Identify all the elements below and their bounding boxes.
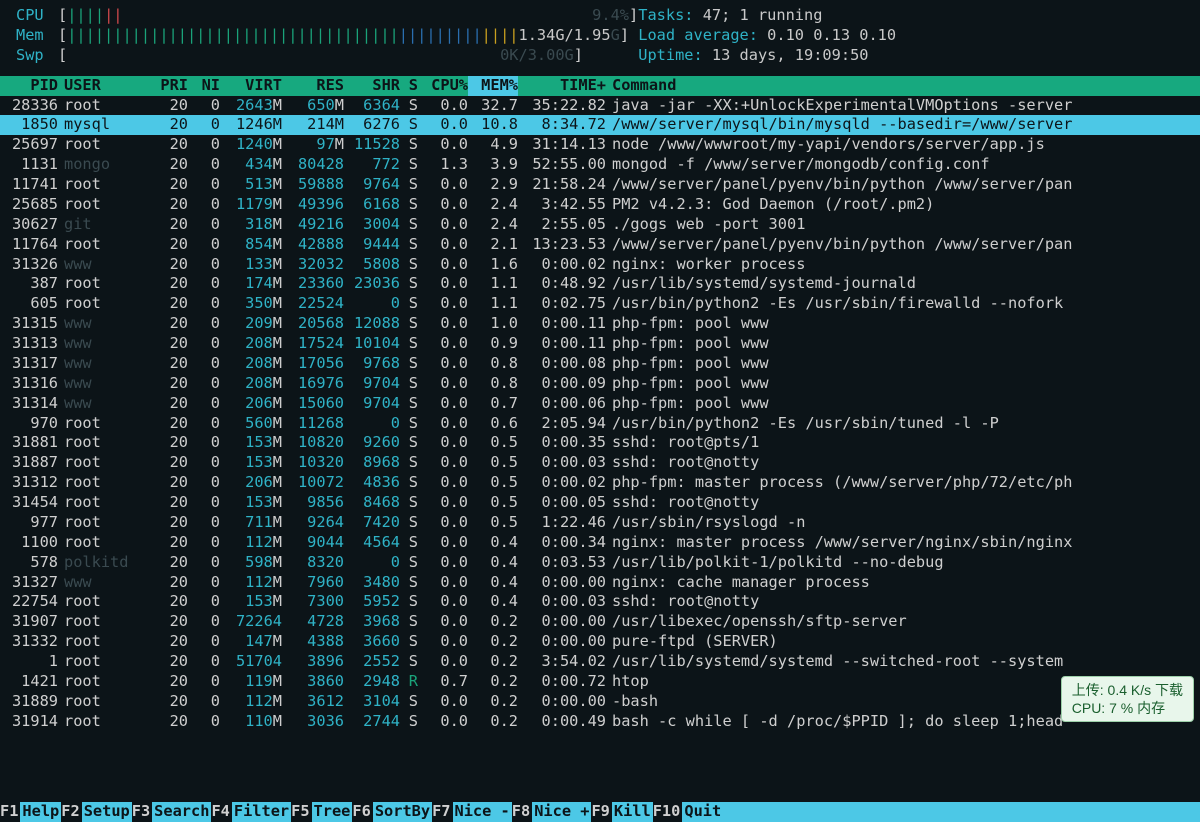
overlay-line1: 上传: 0.4 K/s 下载: [1072, 681, 1183, 699]
process-row[interactable]: 31316www200208M169769704S0.00.80:00.09ph…: [0, 374, 1200, 394]
cpu-meter-bar: [|||||| 9.4%]: [58, 6, 638, 26]
hdr-pri[interactable]: PRI: [144, 76, 188, 96]
hdr-cpup[interactable]: CPU%: [418, 76, 468, 96]
cpu-meter-label: CPU: [16, 6, 58, 26]
fnkey-f4[interactable]: F4: [211, 802, 231, 822]
process-row[interactable]: 31887root200153M103208968S0.00.50:00.03s…: [0, 453, 1200, 473]
fnkey-f8[interactable]: F8: [512, 802, 532, 822]
hdr-shr[interactable]: SHR: [344, 76, 400, 96]
fnkey-f9[interactable]: F9: [591, 802, 611, 822]
process-row[interactable]: 1100root200112M90444564S0.00.40:00.34ngi…: [0, 533, 1200, 553]
fnkey-f10[interactable]: F10: [653, 802, 683, 822]
fnkey-f3[interactable]: F3: [132, 802, 152, 822]
process-row[interactable]: 25697root2001240M97M11528S0.04.931:14.13…: [0, 135, 1200, 155]
process-row[interactable]: 1850mysql2001246M214M6276S0.010.88:34.72…: [0, 115, 1200, 135]
function-key-bar[interactable]: F1Help F2Setup F3SearchF4FilterF5Tree F6…: [0, 802, 1200, 822]
process-row[interactable]: 31332root200147M43883660S0.00.20:00.00pu…: [0, 632, 1200, 652]
hdr-cmd[interactable]: Command: [606, 76, 1200, 96]
process-row[interactable]: 31312root200206M100724836S0.00.50:00.02p…: [0, 473, 1200, 493]
process-row[interactable]: 31454root200153M98568468S0.00.50:00.05ss…: [0, 493, 1200, 513]
process-row[interactable]: 22754root200153M73005952S0.00.40:00.03ss…: [0, 592, 1200, 612]
fnlabel-f10[interactable]: Quit: [682, 802, 723, 822]
fnlabel-f2[interactable]: Setup: [82, 802, 132, 822]
hdr-ni[interactable]: NI: [188, 76, 220, 96]
process-row[interactable]: 11741root200513M598889764S0.02.921:58.24…: [0, 175, 1200, 195]
process-row[interactable]: 31317www200208M170569768S0.00.80:00.08ph…: [0, 354, 1200, 374]
summary-panel: Tasks: 47; 1 running Load average: 0.10 …: [638, 6, 896, 66]
process-row[interactable]: 1root2005170438962552S0.00.23:54.02/usr/…: [0, 652, 1200, 672]
hdr-time[interactable]: TIME+: [518, 76, 606, 96]
fnlabel-f4[interactable]: Filter: [232, 802, 291, 822]
fnbar-filler: [723, 802, 1200, 822]
system-overlay-widget: 上传: 0.4 K/s 下载 CPU: 7 % 内存: [1061, 676, 1194, 722]
process-row[interactable]: 31881root200153M108209260S0.00.50:00.35s…: [0, 433, 1200, 453]
process-row[interactable]: 578polkitd200598M83200S0.00.40:03.53/usr…: [0, 553, 1200, 573]
hdr-pid[interactable]: PID: [0, 76, 58, 96]
process-row[interactable]: 11764root200854M428889444S0.02.113:23.53…: [0, 235, 1200, 255]
hdr-s[interactable]: S: [400, 76, 418, 96]
swp-meter: Swp [ 0K/3.00G]: [16, 46, 638, 66]
fnlabel-f8[interactable]: Nice +: [532, 802, 591, 822]
process-row[interactable]: 1131mongo200434M80428772S1.33.952:55.00m…: [0, 155, 1200, 175]
process-row[interactable]: 28336root2002643M650M6364S0.032.735:22.8…: [0, 96, 1200, 116]
swp-meter-bar: [ 0K/3.00G]: [58, 46, 583, 66]
load-line: Load average: 0.10 0.13 0.10: [638, 26, 896, 46]
fnlabel-f9[interactable]: Kill: [612, 802, 653, 822]
fnlabel-f7[interactable]: Nice -: [453, 802, 512, 822]
uptime-line: Uptime: 13 days, 19:09:50: [638, 46, 896, 66]
process-row[interactable]: 977root200711M92647420S0.00.51:22.46/usr…: [0, 513, 1200, 533]
process-row[interactable]: 31313www200208M1752410104S0.00.90:00.11p…: [0, 334, 1200, 354]
mem-meter: Mem [|||||||||||||||||||||||||||||||||||…: [16, 26, 638, 46]
overlay-line2: CPU: 7 % 内存: [1072, 699, 1183, 717]
tasks-line: Tasks: 47; 1 running: [638, 6, 896, 26]
process-row[interactable]: 387root200174M2336023036S0.01.10:48.92/u…: [0, 274, 1200, 294]
process-row[interactable]: 31315www200209M2056812088S0.01.00:00.11p…: [0, 314, 1200, 334]
process-row[interactable]: 31914root200110M30362744S0.00.20:00.49ba…: [0, 712, 1200, 732]
fnlabel-f1[interactable]: Help: [20, 802, 61, 822]
process-row[interactable]: 31326www200133M320325808S0.01.60:00.02ng…: [0, 255, 1200, 275]
process-row[interactable]: 25685root2001179M493966168S0.02.43:42.55…: [0, 195, 1200, 215]
mem-meter-label: Mem: [16, 26, 58, 46]
process-row[interactable]: 1421root200119M38602948R0.70.20:00.72hto…: [0, 672, 1200, 692]
fnkey-f6[interactable]: F6: [352, 802, 372, 822]
process-row[interactable]: 30627git200318M492163004S0.02.42:55.05./…: [0, 215, 1200, 235]
hdr-memp[interactable]: MEM%: [468, 76, 518, 96]
swp-meter-label: Swp: [16, 46, 58, 66]
fnkey-f1[interactable]: F1: [0, 802, 20, 822]
cpu-meter: CPU [|||||| 9.4%]: [16, 6, 638, 26]
process-header-row[interactable]: PID USER PRI NI VIRT RES SHR S CPU% MEM%…: [0, 76, 1200, 96]
fnkey-f7[interactable]: F7: [432, 802, 452, 822]
process-row[interactable]: 31889root200112M36123104S0.00.20:00.00-b…: [0, 692, 1200, 712]
process-list[interactable]: 28336root2002643M650M6364S0.032.735:22.8…: [0, 96, 1200, 732]
mem-meter-bar: [|||||||||||||||||||||||||||||||||||||||…: [58, 26, 629, 46]
meters-panel: CPU [|||||| 9.4%] Mem [|||||||||||||||||…: [0, 6, 638, 66]
fnlabel-f3[interactable]: Search: [152, 802, 211, 822]
hdr-res[interactable]: RES: [282, 76, 344, 96]
process-row[interactable]: 31314www200206M150609704S0.00.70:00.06ph…: [0, 394, 1200, 414]
fnlabel-f5[interactable]: Tree: [312, 802, 353, 822]
fnkey-f2[interactable]: F2: [61, 802, 81, 822]
process-row[interactable]: 31327www200112M79603480S0.00.40:00.00ngi…: [0, 573, 1200, 593]
hdr-user[interactable]: USER: [58, 76, 144, 96]
process-row[interactable]: 31907root2007226447283968S0.00.20:00.00/…: [0, 612, 1200, 632]
fnlabel-f6[interactable]: SortBy: [373, 802, 432, 822]
fnkey-f5[interactable]: F5: [291, 802, 311, 822]
hdr-virt[interactable]: VIRT: [220, 76, 282, 96]
process-row[interactable]: 605root200350M225240S0.01.10:02.75/usr/b…: [0, 294, 1200, 314]
process-row[interactable]: 970root200560M112680S0.00.62:05.94/usr/b…: [0, 414, 1200, 434]
